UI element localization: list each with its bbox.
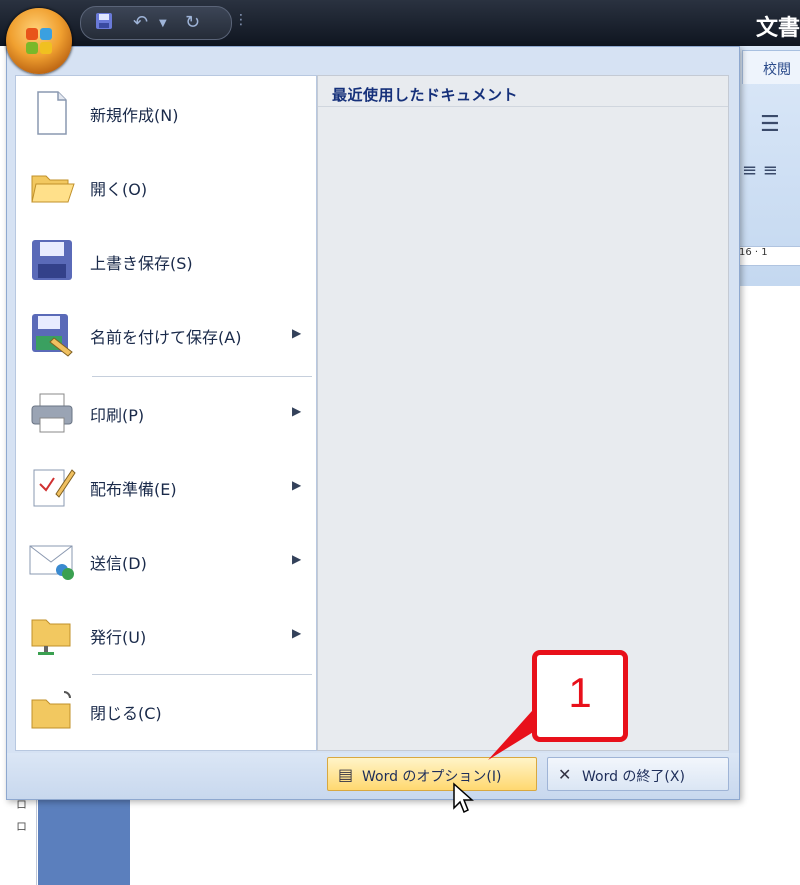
save-icon[interactable] — [95, 12, 113, 35]
prepare-icon — [28, 464, 76, 510]
customize-icon[interactable]: ⋮ — [234, 12, 248, 28]
menu-item-close[interactable]: 閉じる(C) — [16, 678, 316, 744]
new-document-icon — [28, 90, 76, 136]
redo-icon[interactable]: ↻ — [185, 12, 200, 33]
menu-item-label: 閉じる(C) — [90, 704, 162, 723]
office-logo-icon — [26, 28, 52, 54]
undo-icon[interactable]: ↶ — [133, 12, 148, 33]
menu-item-publish[interactable]: 発行(U) ▶ — [16, 602, 316, 668]
printer-icon — [28, 390, 76, 436]
menu-item-label: 新規作成(N) — [90, 106, 179, 125]
list-icon[interactable]: ☰ — [760, 112, 780, 137]
exit-word-button[interactable]: ✕ Word の終了(X) — [547, 757, 729, 791]
submenu-arrow-icon: ▶ — [292, 552, 302, 566]
menu-item-send[interactable]: 送信(D) ▶ — [16, 528, 316, 594]
office-menu: 新規作成(N) 開く(O) 上書き保存(S) 名前を付けて保存(A) ▶ 印刷(… — [6, 46, 740, 800]
vertical-ruler: ロ ロ — [6, 790, 37, 885]
menu-command-list: 新規作成(N) 開く(O) 上書き保存(S) 名前を付けて保存(A) ▶ 印刷(… — [15, 75, 317, 751]
exit-word-label: Word の終了(X) — [582, 769, 685, 785]
publish-icon — [28, 612, 76, 658]
close-folder-icon — [28, 688, 76, 734]
menu-item-save-as[interactable]: 名前を付けて保存(A) ▶ — [16, 302, 316, 368]
recent-divider — [318, 106, 728, 107]
dropdown-icon[interactable]: ▼ — [159, 18, 167, 29]
close-icon: ✕ — [558, 765, 572, 784]
window-title: 文書 — [756, 16, 800, 41]
options-icon: ▤ — [338, 765, 354, 784]
ruler-mark: ロ — [16, 820, 27, 833]
submenu-arrow-icon: ▶ — [292, 404, 302, 418]
ruler: 16 · 1 — [738, 246, 800, 266]
menu-bottom-bar: ▤ Word のオプション(I) ✕ Word の終了(X) — [7, 753, 739, 799]
mouse-cursor-icon — [452, 782, 474, 814]
align-icon[interactable]: ≡ ≡ — [742, 160, 778, 181]
menu-item-label: 印刷(P) — [90, 406, 145, 425]
recent-documents-panel: 最近使用したドキュメント — [317, 75, 729, 751]
menu-item-label: 発行(U) — [90, 628, 147, 647]
step-callout: 1 — [532, 650, 628, 742]
quick-access-toolbar: ↶ ▼ ↻ — [80, 6, 232, 40]
menu-item-label: 上書き保存(S) — [90, 254, 193, 273]
menu-item-label: 開く(O) — [90, 180, 148, 199]
menu-item-save[interactable]: 上書き保存(S) — [16, 228, 316, 294]
save-icon — [28, 238, 76, 284]
menu-item-prepare[interactable]: 配布準備(E) ▶ — [16, 454, 316, 520]
menu-item-print[interactable]: 印刷(P) ▶ — [16, 380, 316, 446]
menu-separator — [92, 674, 312, 675]
save-as-icon — [28, 312, 76, 358]
tab-review[interactable]: 校閲 — [742, 50, 800, 84]
recent-documents-title: 最近使用したドキュメント — [332, 86, 519, 104]
submenu-arrow-icon: ▶ — [292, 326, 302, 340]
menu-item-label: 配布準備(E) — [90, 480, 177, 499]
submenu-arrow-icon: ▶ — [292, 478, 302, 492]
title-bar: ↶ ▼ ↻ ⋮ 文書 — [0, 0, 800, 46]
callout-number: 1 — [568, 669, 592, 716]
send-icon — [28, 538, 76, 584]
office-button[interactable] — [6, 8, 72, 74]
menu-item-label: 送信(D) — [90, 554, 147, 573]
menu-item-new[interactable]: 新規作成(N) — [16, 80, 316, 146]
document-margin — [38, 790, 130, 885]
open-folder-icon — [28, 164, 76, 210]
word-options-button[interactable]: ▤ Word のオプション(I) — [327, 757, 537, 791]
submenu-arrow-icon: ▶ — [292, 626, 302, 640]
word-options-label: Word のオプション(I) — [362, 769, 502, 785]
menu-separator — [92, 376, 312, 377]
menu-item-label: 名前を付けて保存(A) — [90, 328, 242, 347]
menu-item-open[interactable]: 開く(O) — [16, 154, 316, 220]
